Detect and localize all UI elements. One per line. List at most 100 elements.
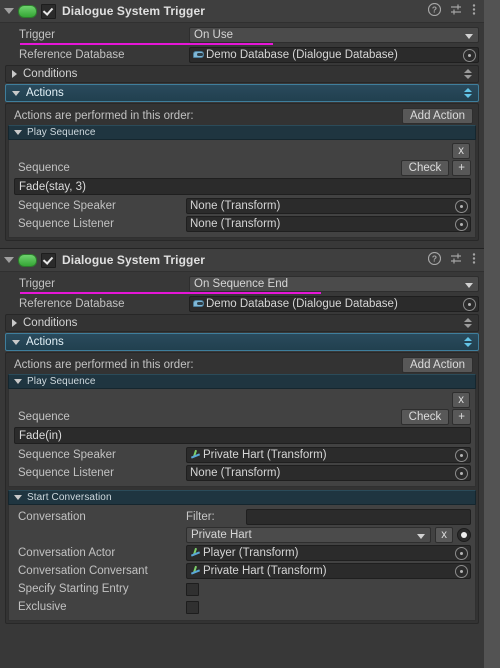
component-foldout-toggle[interactable]: [2, 4, 16, 18]
add-action-button[interactable]: Add Action: [402, 356, 473, 373]
object-picker-icon[interactable]: [455, 565, 468, 578]
specify-starting-entry-checkbox[interactable]: [186, 582, 199, 596]
component-dialogue-system-trigger-2: Dialogue System Trigger ? Trigger On Seq…: [0, 248, 484, 631]
component-header[interactable]: Dialogue System Trigger ?: [0, 249, 484, 272]
actions-list: Actions are performed in this order: Add…: [5, 352, 479, 624]
sequence-header-row: Sequence Check +: [13, 159, 471, 177]
conversation-select-row: Private Hart x: [13, 526, 471, 544]
add-action-button[interactable]: Add Action: [402, 107, 473, 124]
svg-text:?: ?: [432, 254, 437, 264]
trigger-field[interactable]: On Use: [189, 26, 479, 43]
chevron-down-icon: [417, 534, 426, 539]
reference-database-row: Reference Database Demo Database (Dialog…: [5, 294, 479, 313]
trigger-dropdown[interactable]: On Use: [189, 26, 479, 43]
kebab-menu-icon[interactable]: [472, 3, 476, 19]
remove-action-button[interactable]: x: [452, 142, 470, 159]
actions-foldout[interactable]: Actions: [5, 84, 479, 102]
reference-database-field[interactable]: Demo Database (Dialogue Database): [189, 46, 479, 63]
conversation-conversant-object-field[interactable]: Private Hart (Transform): [186, 563, 471, 579]
chevron-down-icon: [12, 90, 20, 96]
conditions-foldout[interactable]: Conditions: [5, 65, 479, 83]
component-foldout-toggle[interactable]: [2, 253, 16, 267]
sequence-listener-value: None (Transform): [190, 467, 281, 479]
conversation-actor-object-field[interactable]: Player (Transform): [186, 545, 471, 561]
component-enabled-checkbox[interactable]: [41, 252, 56, 268]
sequence-speaker-label: Sequence Speaker: [18, 200, 116, 212]
help-icon[interactable]: ?: [427, 2, 442, 19]
actions-reorder-handle[interactable]: [464, 337, 472, 349]
sequence-speaker-label: Sequence Speaker: [18, 449, 116, 461]
object-picker-icon[interactable]: [455, 547, 468, 560]
trigger-field[interactable]: On Sequence End: [189, 275, 479, 292]
component-header[interactable]: Dialogue System Trigger ?: [0, 0, 484, 23]
exclusive-row: Exclusive: [13, 598, 471, 616]
svg-text:?: ?: [432, 5, 437, 15]
conversation-picker-toggle[interactable]: [457, 528, 471, 542]
trigger-row: Trigger On Use: [5, 25, 479, 45]
reference-database-object-field[interactable]: Demo Database (Dialogue Database): [189, 295, 479, 312]
conversation-filter-input[interactable]: [246, 509, 471, 525]
reference-database-object-field[interactable]: Demo Database (Dialogue Database): [189, 46, 479, 63]
conditions-label: Conditions: [23, 317, 78, 329]
specify-starting-entry-row: Specify Starting Entry: [13, 580, 471, 598]
transform-icon: [190, 566, 201, 577]
reference-database-label: Reference Database: [19, 297, 125, 310]
actions-reorder-handle[interactable]: [464, 88, 472, 100]
actions-list: Actions are performed in this order: Add…: [5, 103, 479, 241]
chevron-right-icon: [12, 319, 17, 327]
conversation-actor-label: Conversation Actor: [18, 547, 116, 559]
object-picker-icon[interactable]: [463, 48, 476, 62]
play-sequence-foldout[interactable]: Play Sequence: [8, 125, 476, 140]
sequence-text-input[interactable]: Fade(in): [14, 427, 471, 444]
sequence-listener-value: None (Transform): [190, 218, 281, 230]
conditions-foldout[interactable]: Conditions: [5, 314, 479, 332]
object-picker-icon[interactable]: [455, 218, 468, 231]
filter-label: Filter:: [186, 511, 215, 523]
sequence-listener-object-field[interactable]: None (Transform): [186, 216, 471, 232]
conditions-reorder-handle[interactable]: [464, 69, 472, 81]
help-icon[interactable]: ?: [427, 251, 442, 268]
play-sequence-label: Play Sequence: [27, 376, 96, 387]
transform-icon: [190, 548, 201, 559]
chevron-down-icon: [465, 33, 473, 39]
action-entry: Play Sequence x Sequence Check +: [8, 374, 476, 487]
clear-conversation-button[interactable]: x: [435, 527, 453, 543]
sequence-listener-row: Sequence Listener None (Transform): [13, 464, 471, 482]
object-picker-icon[interactable]: [455, 449, 468, 462]
sequence-text-input[interactable]: Fade(stay, 3): [14, 178, 471, 195]
check-sequence-button[interactable]: Check: [400, 160, 450, 176]
exclusive-checkbox[interactable]: [186, 600, 199, 614]
check-sequence-button[interactable]: Check: [400, 409, 450, 425]
add-sequence-button[interactable]: +: [452, 160, 471, 176]
play-sequence-body: x Sequence Check + Fade(stay, 3) Sequenc…: [8, 140, 476, 238]
preset-icon[interactable]: [450, 252, 463, 268]
kebab-menu-icon[interactable]: [472, 252, 476, 268]
conversation-conversant-label: Conversation Conversant: [18, 565, 148, 577]
action-entry: Play Sequence x Sequence Check +: [8, 125, 476, 238]
chevron-down-icon: [14, 130, 22, 135]
conditions-reorder-handle[interactable]: [464, 318, 472, 330]
actions-foldout[interactable]: Actions: [5, 333, 479, 351]
conversation-dropdown[interactable]: Private Hart: [186, 527, 432, 543]
script-icon: [18, 253, 37, 267]
remove-action-button[interactable]: x: [452, 391, 470, 408]
trigger-dropdown[interactable]: On Sequence End: [189, 275, 479, 292]
sequence-speaker-object-field[interactable]: Private Hart (Transform): [186, 447, 471, 463]
sequence-listener-object-field[interactable]: None (Transform): [186, 465, 471, 481]
component-enabled-checkbox[interactable]: [41, 3, 56, 19]
preset-icon[interactable]: [450, 3, 463, 19]
object-picker-icon[interactable]: [455, 200, 468, 213]
object-picker-icon[interactable]: [455, 467, 468, 480]
play-sequence-body: x Sequence Check + Fade(in) Sequence Spe…: [8, 389, 476, 487]
sequence-speaker-row: Sequence Speaker Private Hart (Transform…: [13, 446, 471, 464]
reference-database-field[interactable]: Demo Database (Dialogue Database): [189, 295, 479, 312]
object-picker-icon[interactable]: [463, 297, 476, 311]
reference-database-value: Demo Database (Dialogue Database): [206, 297, 398, 310]
component-dialogue-system-trigger-1: Dialogue System Trigger ? Trigger On Use…: [0, 0, 484, 248]
play-sequence-foldout[interactable]: Play Sequence: [8, 374, 476, 389]
start-conversation-foldout[interactable]: Start Conversation: [8, 490, 476, 505]
add-sequence-button[interactable]: +: [452, 409, 471, 425]
chevron-down-icon: [14, 495, 22, 500]
actions-order-caption: Actions are performed in this order:: [14, 358, 194, 371]
sequence-speaker-object-field[interactable]: None (Transform): [186, 198, 471, 214]
